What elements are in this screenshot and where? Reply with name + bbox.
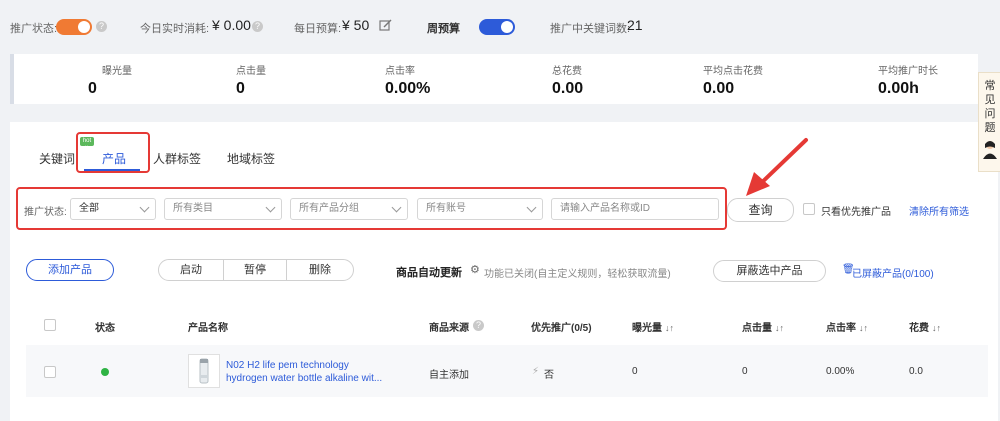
stat-label: 平均推广时长: [878, 66, 938, 77]
stat-value: 0.00: [703, 80, 735, 97]
gear-icon[interactable]: ⚙: [470, 263, 480, 276]
promo-status-label: 推广状态:: [10, 23, 58, 35]
row-checkbox[interactable]: [44, 366, 56, 378]
stat-value: 0.00%: [385, 80, 431, 97]
col-cost-label: 花费: [909, 323, 929, 334]
stat-label: 点击量: [236, 66, 266, 77]
stat-value: 0: [236, 80, 245, 97]
assistant-avatar-icon: [983, 141, 997, 159]
help-icon[interactable]: ?: [473, 320, 484, 331]
tab-keywords[interactable]: 关键词: [39, 150, 75, 167]
add-product-button[interactable]: 添加产品: [26, 259, 114, 281]
sort-icon[interactable]: ↓↑: [932, 323, 941, 333]
tab-region-tags[interactable]: 地域标签: [227, 150, 275, 167]
tab-audience-tags[interactable]: 人群标签: [153, 150, 201, 167]
stat-label: 总花费: [552, 66, 582, 77]
stat-value: 0: [88, 80, 97, 97]
stat-total-cost: 总花费 0.00: [552, 62, 583, 98]
clear-filters-link[interactable]: 清除所有筛选: [909, 203, 969, 218]
auto-update-label: 商品自动更新: [396, 267, 462, 279]
sort-icon[interactable]: ↓↑: [775, 323, 784, 333]
daily-budget-label: 每日预算:: [294, 23, 342, 35]
pause-button[interactable]: 暂停: [223, 260, 287, 280]
hidden-products-link[interactable]: 已屏蔽产品(0/100): [852, 265, 934, 280]
keyword-count-value: 21: [627, 17, 643, 33]
start-button[interactable]: 启动: [159, 260, 223, 280]
stat-impressions: 曝光量 0: [88, 62, 132, 98]
top-bar: 推广状态: ? 今日实时消耗: ¥ 0.00 ? 每日预算: ¥ 50 周预算 …: [0, 0, 1000, 52]
row-priority: 否: [544, 370, 554, 381]
help-icon[interactable]: ?: [96, 21, 107, 32]
help-icon[interactable]: ?: [252, 21, 263, 32]
col-source: 商品来源: [429, 323, 469, 334]
hide-selected-button[interactable]: 屏蔽选中产品: [713, 260, 826, 282]
keyword-count-label: 推广中关键词数:: [550, 23, 631, 35]
stats-strip: 曝光量 0 点击量 0 点击率 0.00% 总花费 0.00 平均点击花费 0.…: [10, 54, 978, 104]
stat-avg-click-cost: 平均点击花费 0.00: [703, 62, 763, 98]
product-thumbnail[interactable]: [188, 354, 220, 388]
faq-label: 常见问题: [984, 80, 996, 134]
bulk-action-group: 启动 暂停 删除: [158, 259, 354, 281]
col-clicks-label: 点击量: [742, 323, 772, 334]
delete-button[interactable]: 删除: [287, 260, 353, 280]
product-name-line1[interactable]: N02 H2 life pem technology: [226, 360, 349, 371]
today-spend-value: ¥ 0.00: [212, 17, 251, 33]
stat-avg-duration: 平均推广时长 0.00h: [878, 62, 938, 98]
auto-update-desc: 功能已关闭(自主定义规则，轻松获取流量): [484, 269, 671, 280]
bottle-image-icon: [199, 358, 209, 384]
edit-icon[interactable]: [379, 19, 392, 32]
highlight-box-filters: [16, 187, 727, 230]
today-spend-label: 今日实时消耗:: [140, 23, 210, 35]
col-status: 状态: [95, 323, 115, 334]
select-all-checkbox[interactable]: [44, 319, 56, 331]
col-priority: 优先推广(0/5): [531, 323, 592, 334]
row-source: 自主添加: [429, 370, 469, 381]
row-ctr: 0.00%: [826, 366, 855, 377]
row-impressions: 0: [632, 366, 638, 377]
faq-side-button[interactable]: 常见问题: [978, 72, 1000, 172]
status-active-dot: [101, 368, 109, 376]
col-impressions-label: 曝光量: [632, 323, 662, 334]
promo-status-toggle[interactable]: [56, 19, 92, 35]
col-ctr[interactable]: 点击率 ↓↑: [826, 319, 868, 334]
row-cost: 0.0: [909, 366, 923, 377]
sort-icon[interactable]: ↓↑: [665, 323, 674, 333]
weekly-budget-toggle[interactable]: [479, 19, 515, 35]
sort-icon[interactable]: ↓↑: [859, 323, 868, 333]
col-cost[interactable]: 花费 ↓↑: [909, 319, 941, 334]
highlight-box-tab: [76, 132, 150, 173]
stat-label: 点击率: [385, 66, 415, 77]
product-name-line2[interactable]: hydrogen water bottle alkaline wit...: [226, 373, 382, 384]
col-ctr-label: 点击率: [826, 323, 856, 334]
row-clicks: 0: [742, 366, 748, 377]
weekly-budget-label: 周预算: [427, 23, 460, 35]
lightning-icon[interactable]: ⚡: [532, 366, 539, 377]
col-impressions[interactable]: 曝光量 ↓↑: [632, 319, 674, 334]
query-button[interactable]: 查询: [727, 198, 794, 222]
daily-budget-value: ¥ 50: [342, 17, 370, 33]
red-arrow-annotation: [746, 138, 808, 196]
stat-clicks: 点击量 0: [236, 62, 266, 98]
stat-ctr: 点击率 0.00%: [385, 62, 430, 98]
col-clicks[interactable]: 点击量 ↓↑: [742, 319, 784, 334]
priority-only-checkbox[interactable]: [803, 203, 815, 215]
stat-label: 曝光量: [102, 66, 132, 77]
stat-value: 0.00h: [878, 80, 919, 97]
col-name: 产品名称: [188, 323, 228, 334]
priority-only-label: 只看优先推广品: [821, 207, 891, 218]
stat-label: 平均点击花费: [703, 66, 763, 77]
stat-value: 0.00: [552, 80, 584, 97]
